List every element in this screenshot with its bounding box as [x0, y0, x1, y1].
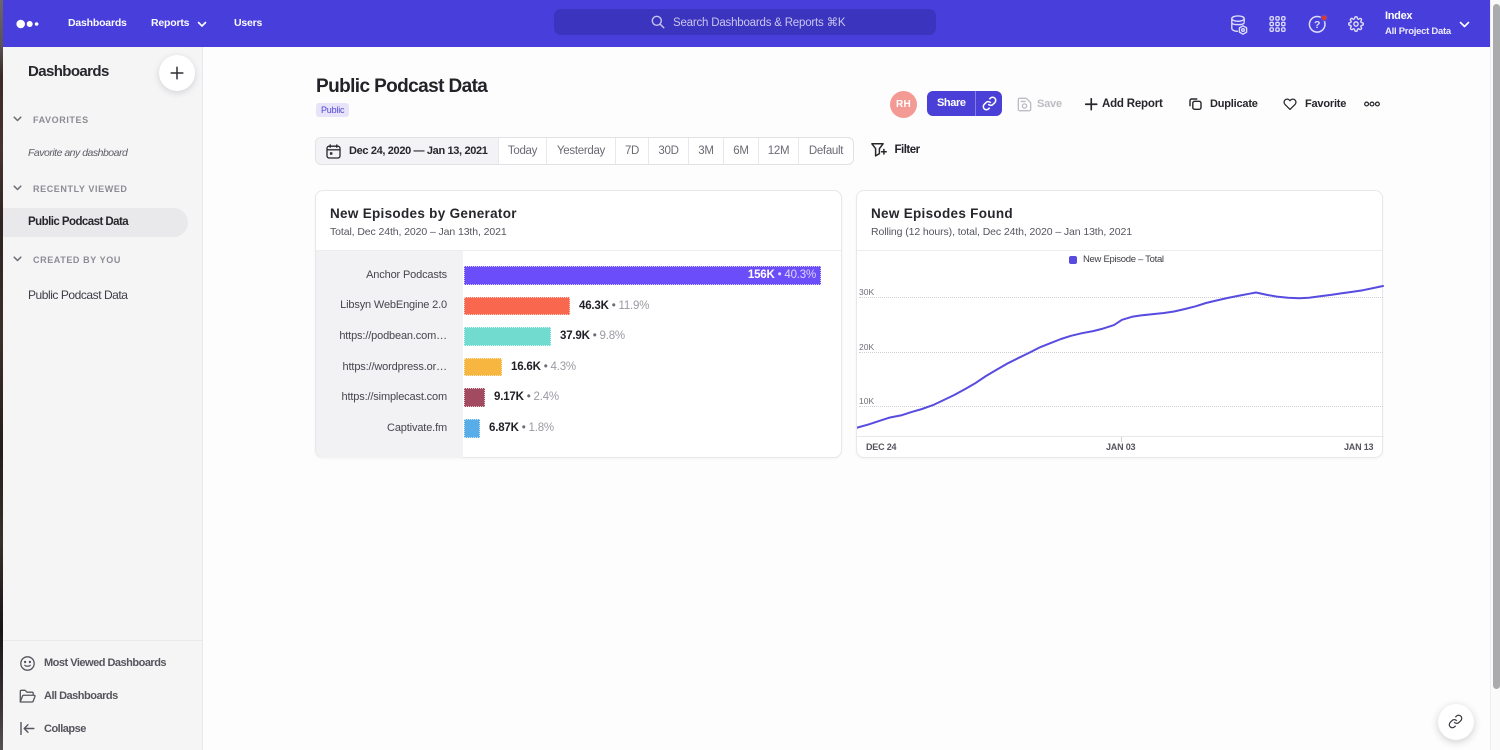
svg-text:?: ? — [1314, 19, 1320, 31]
